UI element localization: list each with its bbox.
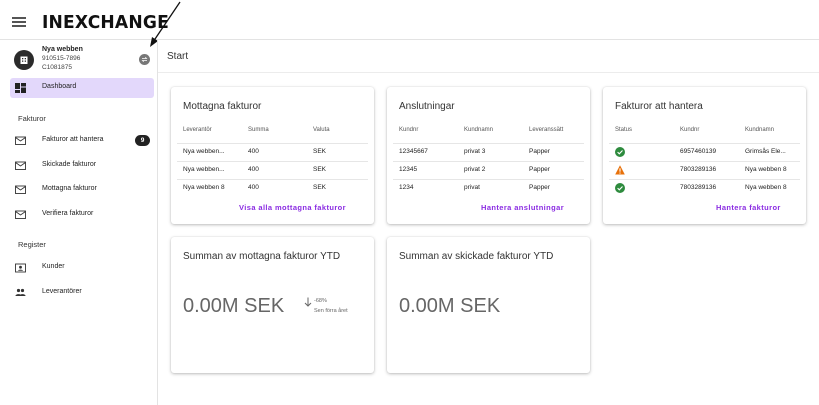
sidebar-item-label: Skickade fakturor (42, 161, 97, 168)
page-title: Start (167, 51, 189, 62)
count-badge: 9 (135, 135, 150, 146)
top-bar: INEXCHANGE (0, 0, 819, 40)
sidebar-item-skickade-fakturor[interactable]: Skickade fakturor (10, 156, 154, 176)
cell-customer-name: privat 2 (464, 166, 486, 173)
cell-customer-number: 12345 (399, 166, 418, 173)
row-divider (609, 179, 800, 180)
sidebar-item-label: Leverantörer (42, 288, 82, 295)
cell-delivery-method: Papper (529, 166, 550, 173)
cell-amount: 400 (248, 166, 259, 173)
cell-customer-number: 6957460139 (680, 148, 717, 155)
column-header: Summa (248, 127, 269, 133)
card-title: Summan av mottagna fakturor YTD (183, 251, 341, 262)
sidebar-item-leverantorer[interactable]: Leverantörer (10, 283, 154, 303)
column-header: Kundnamn (464, 127, 494, 133)
row-divider (393, 179, 584, 180)
cell-currency: SEK (313, 148, 327, 155)
cell-customer-number: 7803289136 (680, 184, 717, 191)
cell-supplier: Nya webben... (183, 148, 225, 155)
card-title: Fakturor att hantera (615, 101, 703, 112)
cell-currency: SEK (313, 166, 327, 173)
cell-delivery-method: Papper (529, 184, 550, 191)
check-circle-icon (615, 183, 625, 193)
trend-percent: -68% (314, 298, 327, 304)
people-icon (15, 288, 26, 296)
verify-mail-icon (15, 210, 26, 219)
column-header: Status (615, 127, 633, 133)
card-title: Anslutningar (399, 101, 455, 112)
sidebar-item-verifiera-fakturor[interactable]: Verifiera fakturor (10, 205, 154, 225)
row-divider (177, 143, 368, 144)
row-divider (177, 179, 368, 180)
company-name: Nya webben (42, 46, 83, 53)
cell-customer-name: Nya webben 8 (745, 184, 787, 191)
manage-invoices-link[interactable]: Hantera fakturor (716, 203, 781, 212)
row-divider (393, 143, 584, 144)
ytd-received-card: Summan av mottagna fakturor YTD 0.00M SE… (171, 237, 374, 373)
sidebar-item-dashboard[interactable]: Dashboard (10, 78, 154, 98)
warning-icon (615, 165, 625, 175)
cell-customer-name: privat 3 (464, 148, 486, 155)
cell-delivery-method: Papper (529, 148, 550, 155)
sidebar-item-mottagna-fakturor[interactable]: Mottagna fakturor (10, 180, 154, 200)
building-icon (14, 50, 34, 70)
connections-card: Anslutningar Kundnr Kundnamn Leveranssät… (387, 87, 590, 224)
ytd-sent-value: 0.00M SEK (399, 295, 501, 317)
column-header: Leverantör (183, 127, 212, 133)
check-circle-icon (615, 147, 625, 157)
cell-supplier: Nya webben... (183, 166, 225, 173)
invoices-to-handle-card: Fakturor att hantera Status Kundnr Kundn… (603, 87, 806, 224)
sidebar-item-label: Kunder (42, 263, 65, 270)
cell-customer-name: privat (464, 184, 480, 191)
cell-customer-number: 12345667 (399, 148, 428, 155)
card-title: Mottagna fakturor (183, 101, 262, 112)
sidebar-item-label: Dashboard (42, 83, 77, 90)
cell-customer-name: Nya webben 8 (745, 166, 787, 173)
sidebar-item-label: Fakturor att hantera (42, 136, 104, 143)
cell-customer-name: Grimsås Ele... (745, 148, 786, 155)
company-org-number: 910515-7896 (42, 55, 81, 62)
menu-icon[interactable] (12, 17, 26, 27)
sidebar: Nya webben 910515-7896 C1081875 Dashboar… (0, 40, 158, 405)
divider (158, 72, 819, 73)
view-all-received-link[interactable]: Visa alla mottagna fakturor (239, 203, 346, 212)
manage-connections-link[interactable]: Hantera anslutningar (481, 203, 564, 212)
row-divider (177, 161, 368, 162)
arrow-down-icon (304, 297, 312, 307)
trend-label: Sen förra året (314, 308, 348, 314)
cell-currency: SEK (313, 184, 327, 191)
column-header: Valuta (313, 127, 330, 133)
section-heading-register: Register (18, 240, 46, 249)
sidebar-item-label: Verifiera fakturor (42, 210, 94, 217)
row-divider (609, 143, 800, 144)
send-mail-icon (15, 161, 26, 170)
cell-customer-number: 1234 (399, 184, 414, 191)
mail-icon (15, 185, 26, 194)
ytd-sent-card: Summan av skickade fakturor YTD 0.00M SE… (387, 237, 590, 373)
company-customer-id: C1081875 (42, 64, 72, 71)
inbox-icon (15, 136, 26, 145)
company-switcher: Nya webben 910515-7896 C1081875 (0, 40, 158, 76)
row-divider (609, 161, 800, 162)
column-header: Kundnr (680, 127, 700, 133)
dashboard-icon (15, 83, 26, 93)
cell-amount: 400 (248, 184, 259, 191)
column-header: Kundnamn (745, 127, 775, 133)
ytd-received-value: 0.00M SEK (183, 295, 285, 317)
column-header: Kundnr (399, 127, 419, 133)
sidebar-item-kunder[interactable]: Kunder (10, 258, 154, 278)
cell-supplier: Nya webben 8 (183, 184, 225, 191)
section-heading-fakturor: Fakturor (18, 114, 46, 123)
switch-company-icon[interactable] (139, 54, 150, 65)
sidebar-item-fakturor-att-hantera[interactable]: Fakturor att hantera 9 (10, 131, 154, 151)
cell-customer-number: 7803289136 (680, 166, 717, 173)
cell-amount: 400 (248, 148, 259, 155)
card-title: Summan av skickade fakturor YTD (399, 251, 554, 262)
row-divider (393, 161, 584, 162)
column-header: Leveranssätt (529, 127, 564, 133)
sidebar-item-label: Mottagna fakturor (42, 185, 97, 192)
received-invoices-card: Mottagna fakturor Leverantör Summa Valut… (171, 87, 374, 224)
contact-card-icon (15, 263, 26, 273)
